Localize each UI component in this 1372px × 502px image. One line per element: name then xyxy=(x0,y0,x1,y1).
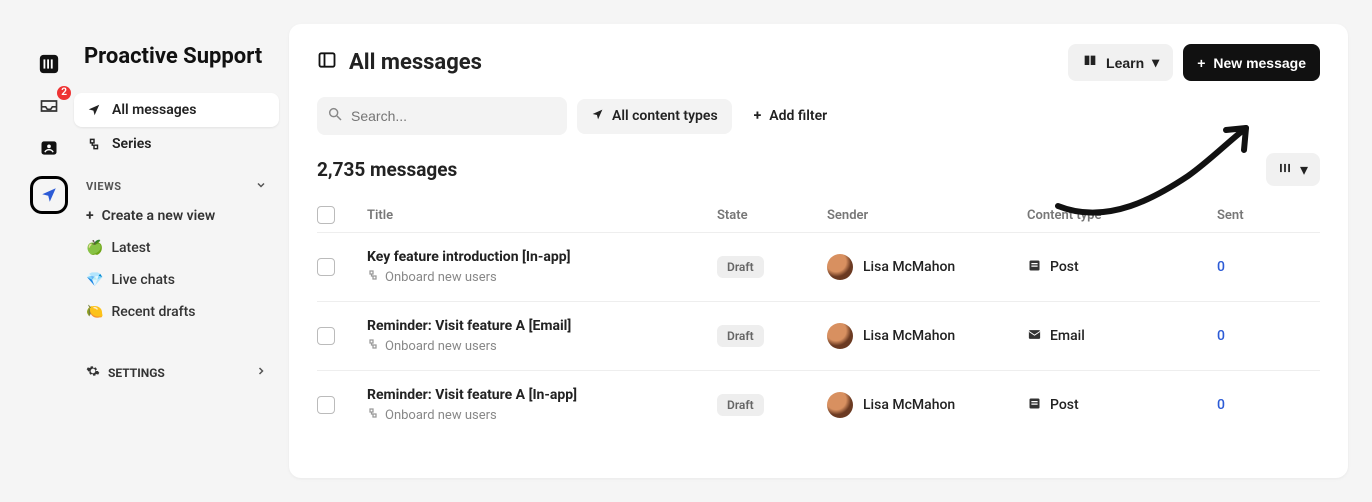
avatar xyxy=(827,254,853,280)
row-series: Onboard new users xyxy=(385,339,497,354)
row-checkbox[interactable] xyxy=(317,327,335,345)
row-series: Onboard new users xyxy=(385,270,497,285)
sidebar-view-recent-drafts[interactable]: 🍋 Recent drafts xyxy=(74,296,279,328)
state-pill: Draft xyxy=(717,394,764,416)
row-title: Reminder: Visit feature A [Email] xyxy=(367,318,707,334)
sidebar-item-label: Series xyxy=(112,136,151,152)
learn-button[interactable]: Learn ▾ xyxy=(1068,44,1173,81)
lemon-icon: 🍋 xyxy=(86,304,103,320)
gear-icon xyxy=(86,364,100,381)
sender-name: Lisa McMahon xyxy=(863,397,955,413)
sidebar-views-heading[interactable]: VIEWS xyxy=(74,161,279,200)
row-title: Key feature introduction [In-app] xyxy=(367,249,707,265)
sender-name: Lisa McMahon xyxy=(863,328,955,344)
plus-icon: + xyxy=(1197,55,1205,71)
post-icon xyxy=(1027,396,1042,415)
row-checkbox[interactable] xyxy=(317,258,335,276)
table-row[interactable]: Reminder: Visit feature A [In-app] Onboa… xyxy=(317,370,1320,439)
series-icon xyxy=(367,269,379,285)
search-icon xyxy=(327,106,343,126)
paper-plane-icon xyxy=(86,102,102,118)
sender-name: Lisa McMahon xyxy=(863,259,955,275)
sent-count[interactable]: 0 xyxy=(1217,397,1287,413)
sidebar-item-label: All messages xyxy=(112,102,196,118)
chevron-down-icon xyxy=(255,179,267,194)
rail-contacts[interactable] xyxy=(35,134,63,162)
rail-inbox[interactable]: 2 xyxy=(35,92,63,120)
sidebar-item-all-messages[interactable]: All messages xyxy=(74,93,279,127)
sidebar-title: Proactive Support xyxy=(84,44,279,69)
new-message-button[interactable]: + New message xyxy=(1183,44,1320,81)
col-state: State xyxy=(717,208,817,223)
columns-icon xyxy=(1278,160,1292,179)
main-panel: All messages Learn ▾ + New message xyxy=(289,24,1348,478)
state-pill: Draft xyxy=(717,325,764,347)
apple-icon: 🍏 xyxy=(86,240,103,256)
rail-inbox-badge: 2 xyxy=(57,86,71,100)
content-type-label: Post xyxy=(1050,397,1079,413)
nav-rail: 2 xyxy=(24,24,74,478)
page-title: All messages xyxy=(349,50,482,75)
sidebar: Proactive Support All messages Series VI… xyxy=(74,24,289,478)
table-row[interactable]: Key feature introduction [In-app] Onboar… xyxy=(317,232,1320,301)
series-icon xyxy=(86,136,102,152)
sidebar-item-series[interactable]: Series xyxy=(74,127,279,161)
filter-content-types[interactable]: All content types xyxy=(577,99,732,134)
plus-icon: + xyxy=(86,208,94,224)
sidebar-view-latest[interactable]: 🍏 Latest xyxy=(74,232,279,264)
plus-icon: + xyxy=(754,108,762,124)
content-type-label: Post xyxy=(1050,259,1079,275)
avatar xyxy=(827,323,853,349)
row-series: Onboard new users xyxy=(385,408,497,423)
sent-count[interactable]: 0 xyxy=(1217,328,1287,344)
post-icon xyxy=(1027,258,1042,277)
sidebar-settings[interactable]: SETTINGS xyxy=(74,354,279,391)
book-icon xyxy=(1082,53,1098,72)
sent-count[interactable]: 0 xyxy=(1217,259,1287,275)
columns-button[interactable]: ▾ xyxy=(1266,153,1320,186)
paper-plane-icon xyxy=(591,108,604,125)
col-sender: Sender xyxy=(827,208,1017,223)
col-title: Title xyxy=(367,208,707,223)
content-type-label: Email xyxy=(1050,328,1085,344)
caret-down-icon: ▾ xyxy=(1300,160,1308,179)
rail-logo[interactable] xyxy=(35,50,63,78)
table-row[interactable]: Reminder: Visit feature A [Email] Onboar… xyxy=(317,301,1320,370)
message-count: 2,735 messages xyxy=(317,158,457,181)
sidebar-create-view[interactable]: + Create a new view xyxy=(74,200,279,232)
attention-arrow-icon xyxy=(1048,116,1268,236)
avatar xyxy=(827,392,853,418)
series-icon xyxy=(367,407,379,423)
select-all-checkbox[interactable] xyxy=(317,206,335,224)
state-pill: Draft xyxy=(717,256,764,278)
add-filter-button[interactable]: + Add filter xyxy=(742,99,840,133)
row-checkbox[interactable] xyxy=(317,396,335,414)
search-input-wrap[interactable] xyxy=(317,97,567,135)
email-icon xyxy=(1027,327,1042,346)
sidebar-view-live-chats[interactable]: 💎 Live chats xyxy=(74,264,279,296)
series-icon xyxy=(367,338,379,354)
rail-outbound-selected[interactable] xyxy=(30,176,68,214)
diamond-icon: 💎 xyxy=(86,272,103,288)
row-title: Reminder: Visit feature A [In-app] xyxy=(367,387,707,403)
caret-down-icon: ▾ xyxy=(1152,54,1159,71)
search-input[interactable] xyxy=(351,108,557,124)
chevron-right-icon xyxy=(255,365,267,380)
panel-icon xyxy=(317,50,337,76)
